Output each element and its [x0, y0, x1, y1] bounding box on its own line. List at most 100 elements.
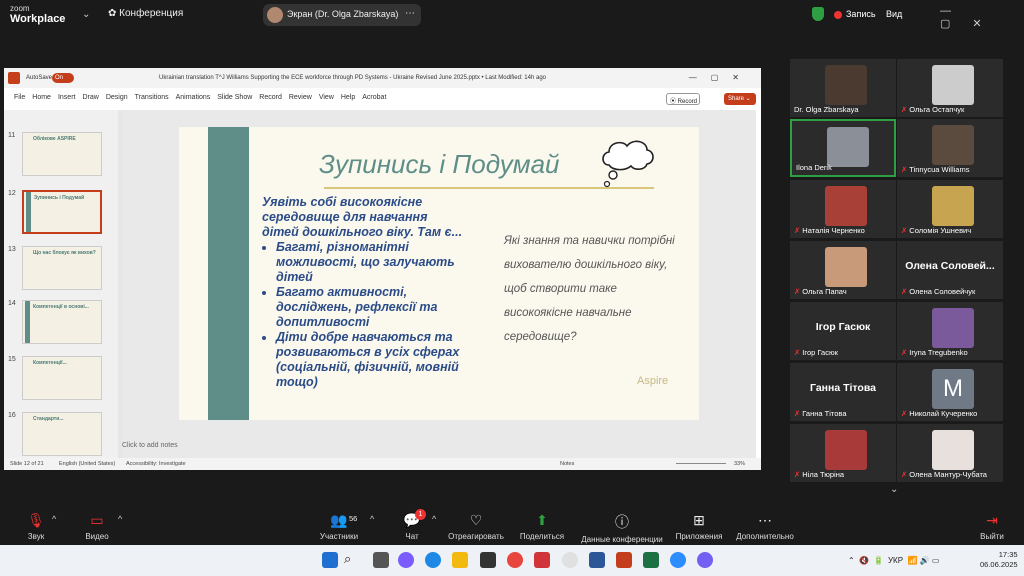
video-tile[interactable]: ✗ Наталія Черненко	[790, 180, 896, 238]
video-tile[interactable]: Ганна Тітова ✗ Ганна Тітова	[790, 363, 896, 421]
more-button[interactable]: ⋯ Дополнительно	[730, 512, 800, 541]
slide[interactable]: Зупинись і Подумай Уявіть собі високоякі…	[179, 127, 699, 420]
acrobat-icon[interactable]	[534, 552, 550, 568]
menu-file[interactable]: File	[14, 94, 25, 101]
info-icon: ⓘ	[615, 514, 629, 530]
search-icon[interactable]: ⌕	[344, 551, 360, 567]
more-icon[interactable]: ⋯	[405, 8, 415, 19]
word-icon[interactable]	[589, 552, 605, 568]
participant-video	[827, 127, 869, 167]
slide-thumbnail[interactable]: Що нас блокує як вихов?	[22, 246, 102, 290]
video-button[interactable]: ▭ Видео	[82, 512, 112, 541]
chat-label: Чат	[405, 532, 419, 541]
menu-review[interactable]: Review	[289, 94, 312, 101]
meeting-title[interactable]: ✿ Конференция	[108, 8, 183, 19]
video-tile[interactable]: ✗ Iryna Tregubenko	[897, 302, 1003, 360]
slide-thumbnail[interactable]: Компетенції...	[22, 356, 102, 400]
thumb-number: 13	[8, 246, 16, 253]
record-button[interactable]: ⦿ Record	[666, 93, 700, 105]
video-tile[interactable]: ✗ Соломія Ушневич	[897, 180, 1003, 238]
zoom-level[interactable]: 33%	[734, 461, 745, 467]
chevron-up-icon[interactable]: ^	[432, 514, 436, 524]
chevron-down-icon[interactable]: ⌄	[82, 9, 90, 20]
participant-name-text: Олена Мантур-Чубата	[909, 470, 987, 479]
menu-record[interactable]: Record	[259, 94, 282, 101]
video-tile-active-speaker[interactable]: Ilona Derik	[790, 119, 896, 177]
store-icon[interactable]	[480, 552, 496, 568]
video-tile[interactable]: ✗ Ольга Остапчук	[897, 59, 1003, 117]
slide-bullet: Багато активності, досліджень, рефлексії…	[276, 285, 467, 330]
react-button[interactable]: ♡ Отреагировать	[447, 512, 505, 541]
screen-share-pill[interactable]: Экран (Dr. Olga Zbarskaya) ⋯	[263, 4, 421, 26]
video-tile[interactable]: ✗ Ніла Тюріна	[790, 424, 896, 482]
menu-transitions[interactable]: Transitions	[135, 94, 169, 101]
video-tile[interactable]: ✗ Ольга Папач	[790, 241, 896, 299]
mic-muted-icon: 🎙	[27, 512, 45, 528]
meeting-info-button[interactable]: ⓘ Данные конференции	[576, 512, 668, 544]
notes-button[interactable]: Notes	[560, 461, 574, 467]
copilot-icon[interactable]	[398, 552, 414, 568]
video-tile[interactable]: Ігор Гасюк ✗ Ігор Гасюк	[790, 302, 896, 360]
status-language[interactable]: English (United States)	[59, 461, 115, 467]
share-button[interactable]: Share ⌄	[724, 93, 756, 105]
zoom-slider[interactable]	[676, 463, 726, 464]
participant-name: Dr. Olga Zbarskaya	[794, 105, 859, 114]
share-screen-button[interactable]: ⬆ Поделиться	[516, 512, 568, 541]
participant-name-text: Dr. Olga Zbarskaya	[794, 105, 859, 114]
chevron-up-icon[interactable]: ^	[370, 514, 374, 524]
audio-button[interactable]: 🎙 Звук	[22, 512, 50, 541]
chevron-up-icon[interactable]: ^	[52, 514, 56, 524]
viber-icon[interactable]	[697, 552, 713, 568]
menu-view[interactable]: View	[319, 94, 334, 101]
window-controls[interactable]: —▢✕	[940, 5, 1024, 30]
windows-start-icon[interactable]	[322, 552, 338, 568]
participant-name-text: Iryna Tregubenko	[909, 348, 968, 357]
video-tile[interactable]: M ✗ Николай Кучеренко	[897, 363, 1003, 421]
file-explorer-icon[interactable]	[452, 552, 468, 568]
slide-thumbnail-selected[interactable]: Зупинись і Подумай	[22, 190, 102, 234]
video-tile[interactable]: Олена Соловей... ✗ Олена Соловейчук	[897, 241, 1003, 299]
ppt-window-controls[interactable]: —▢✕	[689, 73, 753, 82]
menu-animations[interactable]: Animations	[176, 94, 211, 101]
chrome-icon[interactable]	[507, 552, 523, 568]
menu-slide-show[interactable]: Slide Show	[217, 94, 252, 101]
record-label[interactable]: Запись	[846, 9, 876, 19]
powerpoint-icon[interactable]	[616, 552, 632, 568]
autosave-toggle[interactable]: On	[52, 73, 74, 83]
language-indicator[interactable]: УКР	[888, 556, 903, 565]
shield-icon[interactable]	[812, 7, 824, 21]
system-tray[interactable]: ⌃ 🔇 🔋 УКР 📶 🔊 ▭	[848, 556, 939, 565]
zoom-icon[interactable]	[670, 552, 686, 568]
video-tile[interactable]: ✗ Tinnycua Williams	[897, 119, 1003, 177]
chevron-up-icon[interactable]: ^	[118, 514, 122, 524]
view-button[interactable]: Вид	[886, 9, 902, 19]
clock[interactable]: 17:35 06.06.2025	[980, 550, 1018, 570]
menu-insert[interactable]: Insert	[58, 94, 76, 101]
task-view-icon[interactable]	[373, 552, 389, 568]
mic-muted-icon: ✗	[901, 470, 908, 479]
powerpoint-window: AutoSave On Ukrainian translation T^J Wi…	[4, 68, 761, 470]
apps-button[interactable]: ⊞ Приложения	[672, 512, 726, 541]
menu-help[interactable]: Help	[341, 94, 355, 101]
chrome-profile-icon[interactable]	[562, 552, 578, 568]
slide-accent-bar	[208, 127, 249, 420]
notes-placeholder[interactable]: Click to add notes	[122, 442, 178, 449]
slide-thumbnail[interactable]: Облікове ASPIRE	[22, 132, 102, 176]
leave-button[interactable]: ⇥ Выйти	[978, 512, 1006, 541]
menu-home[interactable]: Home	[32, 94, 51, 101]
thumb-title: Компетенції в основі...	[33, 304, 89, 310]
excel-icon[interactable]	[643, 552, 659, 568]
menu-draw[interactable]: Draw	[82, 94, 98, 101]
menu-acrobat[interactable]: Acrobat	[362, 94, 386, 101]
video-tile[interactable]: Dr. Olga Zbarskaya	[790, 59, 896, 117]
mic-muted-icon: ✗	[794, 287, 801, 296]
edge-icon[interactable]	[425, 552, 441, 568]
chevron-down-icon[interactable]: ⌄	[890, 484, 898, 495]
status-accessibility[interactable]: Accessibility: Investigate	[126, 461, 186, 467]
file-title[interactable]: Ukrainian translation T^J Williams Suppo…	[159, 75, 546, 81]
menu-design[interactable]: Design	[106, 94, 128, 101]
thumb-title: Зупинись і Подумай	[34, 195, 85, 201]
slide-thumbnail[interactable]: Компетенції в основі...	[22, 300, 102, 344]
video-tile[interactable]: ✗ Олена Мантур-Чубата	[897, 424, 1003, 482]
slide-thumbnail[interactable]: Стандарти...	[22, 412, 102, 456]
